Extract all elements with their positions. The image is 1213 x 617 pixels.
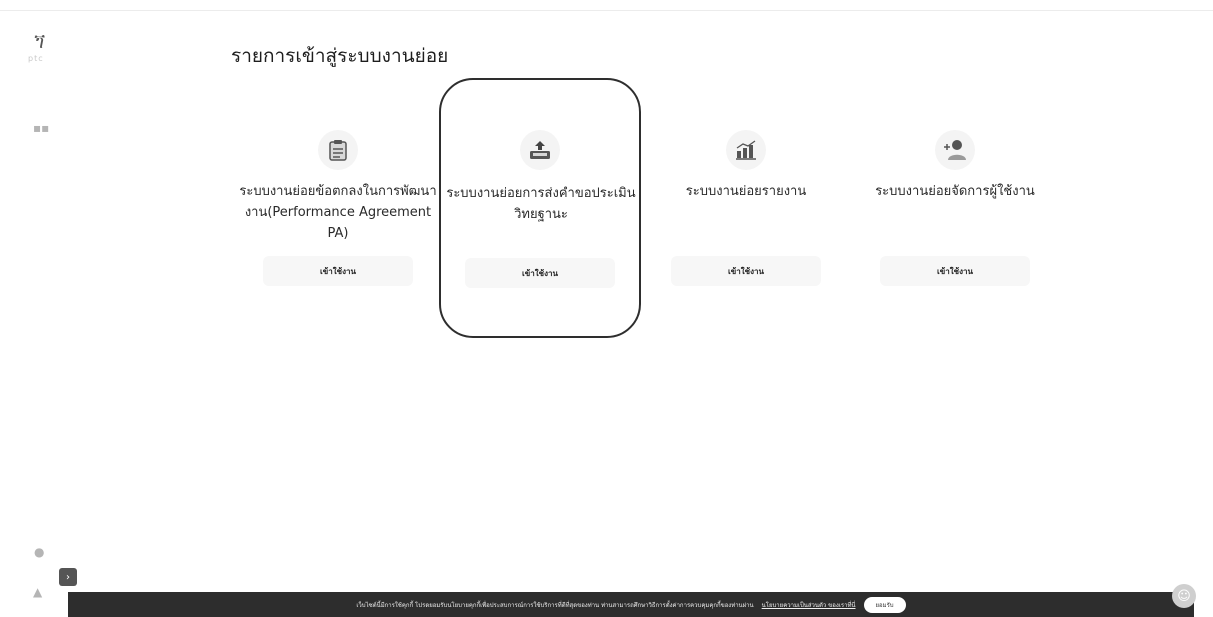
cookie-message: เว็บไซต์นี้มีการใช้คุกกี้ โปรดยอมรับนโยบ… bbox=[356, 601, 754, 609]
add-user-icon bbox=[935, 130, 975, 170]
accept-cookies-button[interactable]: ยอมรับ bbox=[863, 596, 906, 613]
card-assessment-request[interactable]: ระบบงานย่อยการส่งคำขอประเมินวิทยฐานะ เข้… bbox=[439, 78, 641, 338]
cookie-consent-bar: เว็บไซต์นี้มีการใช้คุกกี้ โปรดยอมรับนโยบ… bbox=[68, 592, 1194, 617]
card-performance-agreement[interactable]: ระบบงานย่อยข้อตกลงในการพัฒนางาน(Performa… bbox=[238, 80, 438, 330]
card-title: ระบบงานย่อยจัดการผู้ใช้งาน bbox=[875, 184, 1035, 199]
card-title: ระบบงานย่อยรายงาน bbox=[685, 184, 807, 199]
enter-button[interactable]: เข้าใช้งาน bbox=[937, 265, 973, 278]
user-icon[interactable]: ▲ bbox=[33, 586, 42, 598]
expand-sidebar-button[interactable]: › bbox=[59, 568, 77, 586]
logo-text: ptc bbox=[28, 54, 44, 63]
bell-icon[interactable]: ● bbox=[34, 546, 44, 558]
enter-button[interactable]: เข้าใช้งาน bbox=[522, 267, 558, 280]
enter-button[interactable]: เข้าใช้งาน bbox=[728, 265, 764, 278]
help-button[interactable]: ☺ bbox=[1172, 584, 1196, 608]
upload-tray-icon bbox=[520, 130, 560, 170]
grid-icon[interactable]: ▪▪ bbox=[33, 122, 49, 134]
logo[interactable]: ጘ ptc bbox=[26, 34, 62, 68]
chevron-right-icon: › bbox=[66, 571, 70, 583]
sidebar: ጘ ptc ▪▪ ● ▲ › bbox=[0, 0, 80, 617]
privacy-policy-link[interactable]: นโยบายความเป็นส่วนตัว ของเราที่นี่ bbox=[762, 600, 856, 610]
chat-icon: ☺ bbox=[1177, 588, 1191, 604]
logo-icon: ጘ bbox=[34, 32, 46, 53]
enter-button[interactable]: เข้าใช้งาน bbox=[320, 265, 356, 278]
clipboard-icon bbox=[318, 130, 358, 170]
header-divider bbox=[0, 10, 1213, 11]
page-title: รายการเข้าสู่ระบบงานย่อย bbox=[231, 45, 449, 67]
card-title: ระบบงานย่อยข้อตกลงในการพัฒนางาน(Performa… bbox=[239, 184, 437, 241]
bar-chart-icon bbox=[726, 130, 766, 170]
card-title: ระบบงานย่อยการส่งคำขอประเมินวิทยฐานะ bbox=[446, 186, 636, 222]
card-user-management[interactable]: ระบบงานย่อยจัดการผู้ใช้งาน เข้าใช้งาน bbox=[855, 80, 1055, 330]
card-reports[interactable]: ระบบงานย่อยรายงาน เข้าใช้งาน bbox=[646, 80, 846, 330]
